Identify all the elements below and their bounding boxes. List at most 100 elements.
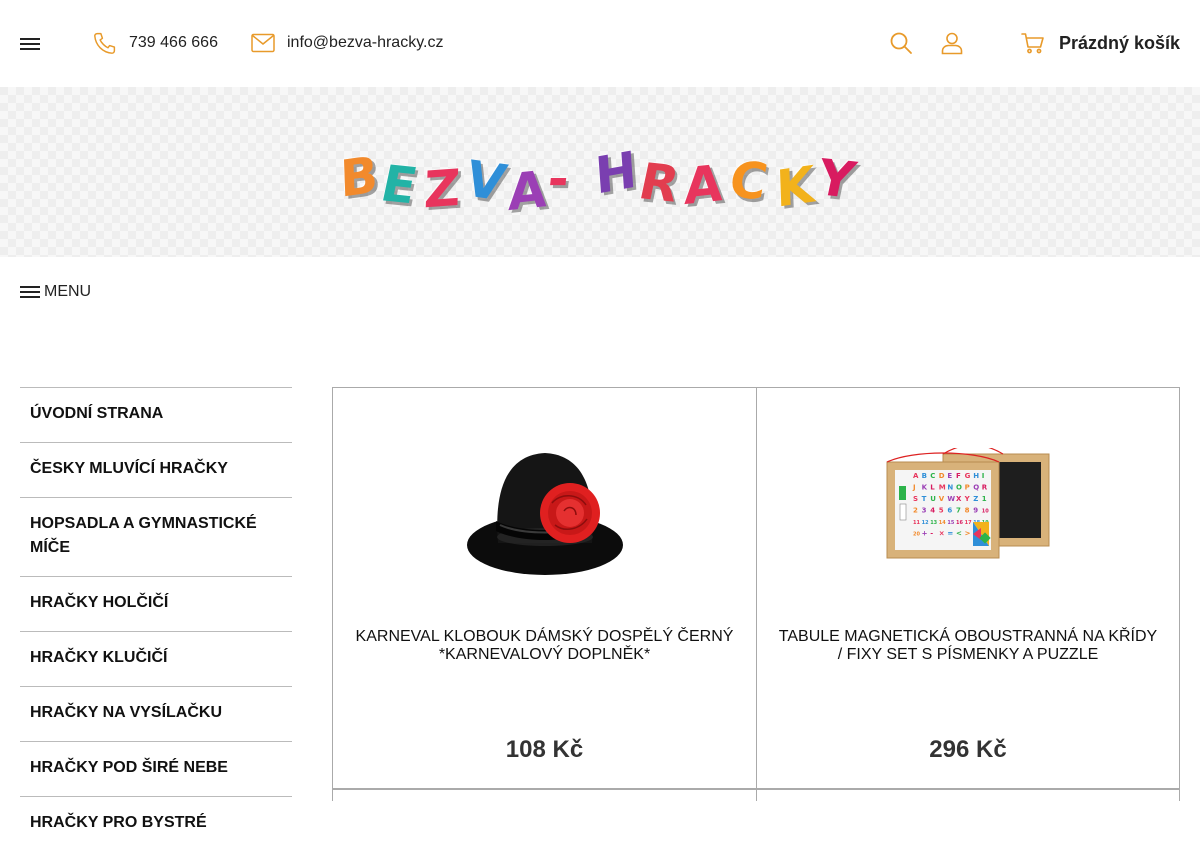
board-letter: 20: [913, 532, 920, 538]
product-title[interactable]: TABULE MAGNETICKÁ OBOUSTRANNÁ NA KŘÍDY /…: [775, 628, 1161, 664]
board-letter: Z: [973, 495, 978, 503]
board-letter: M: [939, 484, 946, 492]
board-letter: X: [956, 495, 962, 503]
sidebar-item-hracky-holcici[interactable]: HRAČKY HOLČIČÍ: [20, 576, 292, 631]
black-hat-image: [466, 453, 623, 575]
product-card[interactable]: A B C D E F G H I J K L M N O P Q R S T U V W X Y Z 1 2 3 4 5 6 7 8 9 10 11 1…: [756, 388, 1180, 789]
logo-letter: Y: [812, 148, 861, 210]
product-card[interactable]: KARNEVAL KLOBOUK DÁMSKÝ DOSPĚLÝ ČERNÝ *K…: [332, 388, 756, 789]
site-logo[interactable]: BEZVA-HRACKY: [339, 140, 870, 222]
logo-letter: E: [376, 154, 423, 216]
board-letter: L: [930, 484, 935, 492]
board-letter: P: [965, 484, 970, 492]
board-letter: 4: [930, 507, 935, 515]
board-letter: Y: [964, 495, 971, 503]
product-image[interactable]: [333, 428, 756, 588]
board-letter: 9: [973, 507, 978, 515]
product-grid: KARNEVAL KLOBOUK DÁMSKÝ DOSPĚLÝ ČERNÝ *K…: [332, 387, 1180, 801]
board-letter: 17: [965, 520, 972, 526]
board-letter: K: [922, 484, 928, 492]
product-image[interactable]: A B C D E F G H I J K L M N O P Q R S T U V W X Y Z 1 2 3 4 5 6 7 8 9 10 11 1…: [757, 428, 1179, 588]
board-letter: I: [982, 472, 985, 480]
board-letter: F: [956, 472, 961, 480]
logo-letter: A: [508, 159, 547, 223]
cart-icon: [1021, 33, 1044, 54]
board-letter: G: [965, 472, 971, 480]
user-account-button[interactable]: [940, 31, 964, 55]
board-letter: +: [922, 530, 928, 538]
sidebar-item-hracky-klucici[interactable]: HRAČKY KLUČIČÍ: [20, 631, 292, 686]
board-letter: <: [956, 530, 962, 538]
board-letter: C: [930, 472, 935, 480]
email-address[interactable]: info@bezva-hracky.cz: [287, 34, 443, 52]
board-letter: 8: [965, 507, 970, 515]
logo-letter: A: [684, 153, 723, 217]
phone-icon: [94, 32, 116, 54]
board-letter: B: [922, 472, 927, 480]
grid-divider: [1179, 789, 1180, 801]
board-letter: 15: [947, 520, 954, 526]
board-letter: 3: [922, 507, 927, 515]
sidebar-item-cesky-mluvici-hracky[interactable]: ČESKY MLUVÍCÍ HRAČKY: [20, 442, 292, 497]
red-rose: [539, 483, 600, 543]
board-letter: 11: [913, 520, 920, 526]
board-letter: D: [939, 472, 945, 480]
search-button[interactable]: [889, 31, 913, 55]
hamburger-menu-icon[interactable]: [20, 38, 40, 50]
menu-toggle[interactable]: MENU: [20, 282, 91, 302]
sidebar-item-hracky-na-vysilacku[interactable]: HRAČKY NA VYSÍLAČKU: [20, 686, 292, 741]
sidebar-item-hopsadla[interactable]: HOPSADLA A GYMNASTICKÉ MÍČE: [20, 497, 292, 576]
board-letter: E: [947, 472, 952, 480]
grid-divider: [332, 789, 333, 801]
user-icon: [941, 32, 963, 55]
board-letter: -: [930, 530, 933, 538]
board-letter: W: [947, 495, 955, 503]
board-letter: 6: [947, 507, 952, 515]
board-letter: Q: [973, 484, 979, 492]
product-price: 296 Kč: [929, 736, 1007, 763]
email-contact[interactable]: info@bezva-hracky.cz: [251, 30, 443, 56]
board-letter: 13: [930, 520, 937, 526]
sidebar-item-hracky-pro-bystre[interactable]: HRAČKY PRO BYSTRÉ: [20, 796, 292, 851]
product-price: 108 Kč: [505, 736, 584, 763]
board-letter: =: [947, 530, 953, 538]
sidebar-item-hracky-pod-sire-nebe[interactable]: HRAČKY POD ŠIRÉ NEBE: [20, 741, 292, 796]
board-letter: >: [965, 530, 971, 538]
search-icon: [890, 32, 912, 54]
board-letter: 14: [939, 520, 946, 526]
cart-button[interactable]: Prázdný košík: [1021, 30, 1180, 56]
phone-contact[interactable]: 739 466 666: [92, 30, 218, 56]
board-letter: V: [939, 495, 945, 503]
menu-label: MENU: [44, 283, 92, 300]
magnetic-board-image: A B C D E F G H IJ K L M N O P Q RS T U V W X Y Z 12 3 4 5 6 7 8 9 1011 1…: [886, 448, 1050, 559]
grid-divider: [332, 789, 1180, 790]
board-letter: 16: [956, 520, 963, 526]
phone-number[interactable]: 739 466 666: [129, 34, 218, 52]
logo-letter: V: [459, 150, 512, 212]
board-letter: 1: [982, 495, 987, 503]
board-letter: H: [973, 472, 979, 480]
logo-letter: C: [724, 151, 772, 211]
header-banner: BEZVA-HRACKY: [0, 87, 1200, 257]
product-title[interactable]: KARNEVAL KLOBOUK DÁMSKÝ DOSPĚLÝ ČERNÝ *K…: [351, 628, 738, 664]
cart-label[interactable]: Prázdný košík: [1059, 33, 1180, 54]
board-letter: 10: [982, 509, 989, 515]
board-letter: 5: [939, 507, 944, 515]
grid-divider: [756, 789, 757, 801]
logo-letter: B: [339, 145, 379, 209]
board-letter: 2: [913, 507, 918, 515]
sidebar-item-uvodni-strana[interactable]: ÚVODNÍ STRANA: [20, 387, 292, 442]
board-letter: S: [913, 495, 918, 503]
board-letter: ×: [939, 530, 945, 538]
logo-letter: Z: [423, 158, 462, 220]
board-letter: 7: [956, 507, 961, 515]
logo-letter: -: [544, 150, 572, 208]
board-letter: T: [922, 495, 927, 503]
board-letter: A: [913, 472, 919, 480]
board-letter: O: [956, 484, 962, 492]
board-letter: U: [930, 495, 936, 503]
board-letter: J: [912, 484, 916, 492]
board-letter: N: [947, 484, 953, 492]
top-bar: 739 466 666 info@bezva-hracky.cz Prázdný…: [0, 0, 1200, 87]
logo-letter: H: [593, 140, 639, 206]
